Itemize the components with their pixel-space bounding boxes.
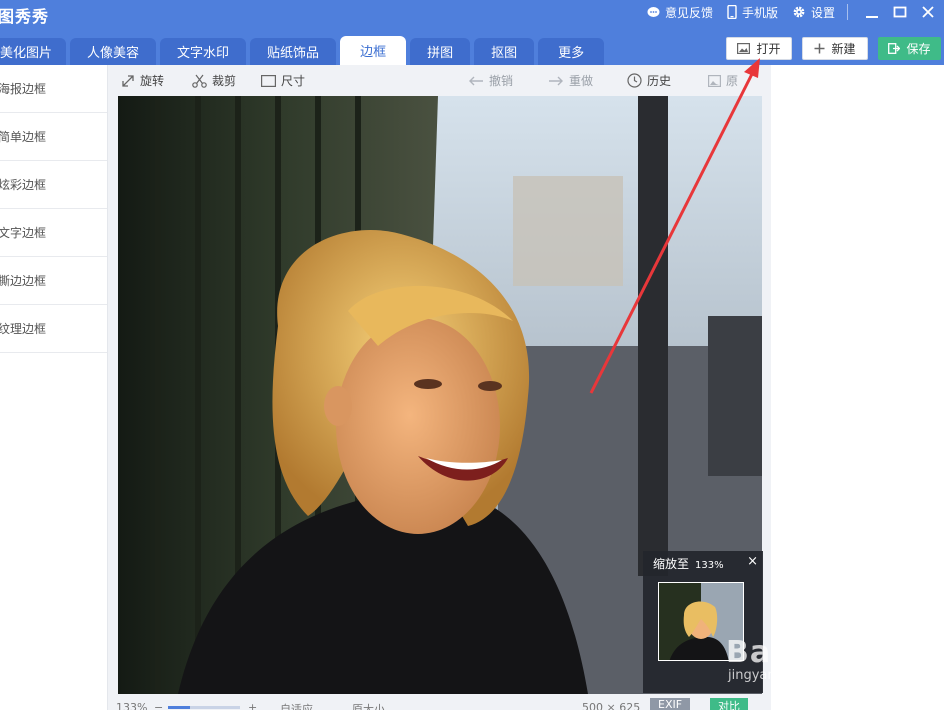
watermark-url: jingyan.baidu.com	[728, 668, 848, 683]
watermark-brand: Baidu经验	[726, 635, 890, 670]
baidu-watermark: Baidu经验 jingyan.baidu.com	[726, 605, 941, 685]
annotation-arrow-icon	[589, 58, 760, 394]
app-window: 图秀秀 意见反馈 手机版 设置 美化图片 人像美容 文字水印 贴纸饰品 边框 拼…	[0, 0, 944, 710]
